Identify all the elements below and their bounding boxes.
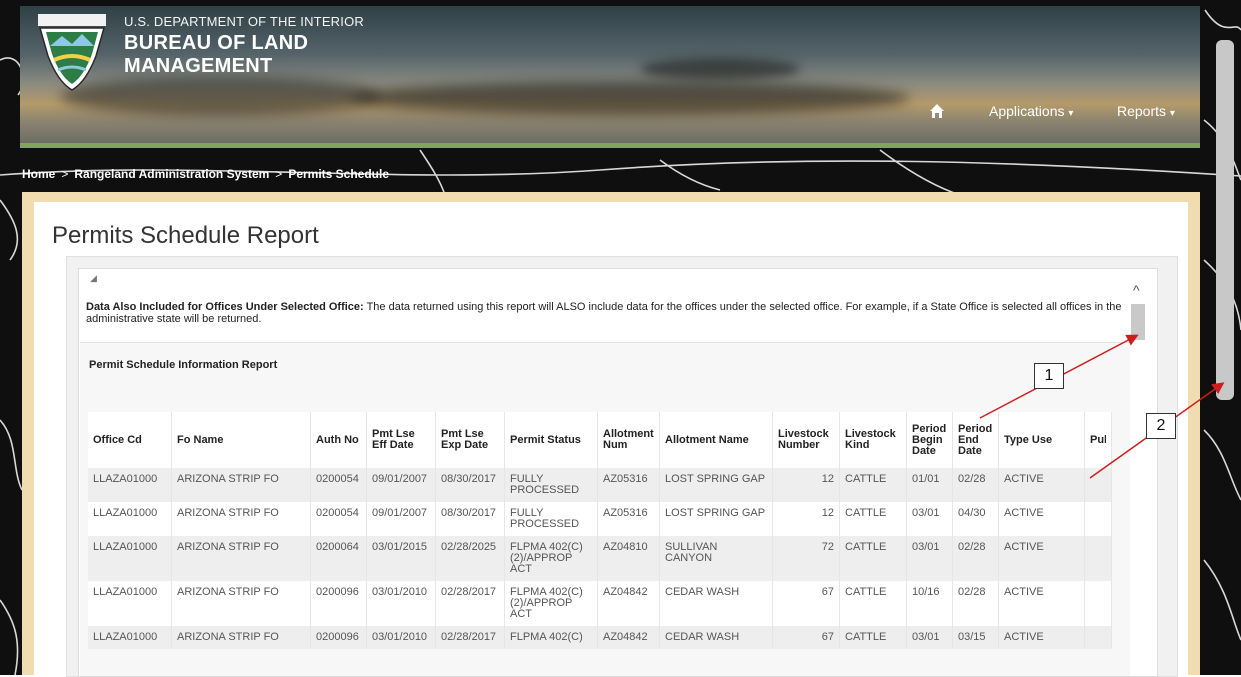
callout-2: 2 bbox=[1146, 413, 1176, 439]
annotation-arrows bbox=[979, 334, 1225, 479]
callout-1: 1 bbox=[1034, 363, 1064, 389]
